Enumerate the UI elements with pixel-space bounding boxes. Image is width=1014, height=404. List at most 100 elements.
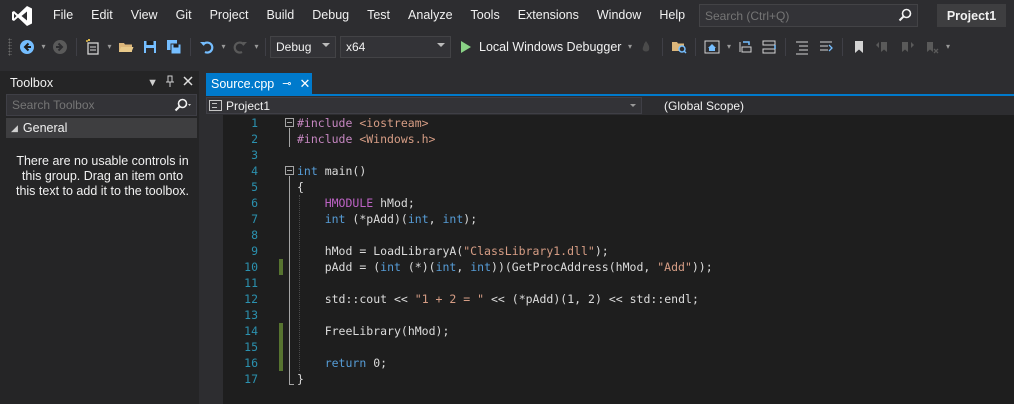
menu-item-file[interactable]: File <box>44 0 82 31</box>
menu-item-help[interactable]: Help <box>650 0 694 31</box>
chevron-down-icon <box>630 104 636 107</box>
bookmark-icon[interactable] <box>848 36 870 58</box>
menu-item-debug[interactable]: Debug <box>303 0 358 31</box>
collapse-toggle-icon[interactable] <box>285 118 294 127</box>
global-search-input[interactable] <box>700 8 890 23</box>
change-marker <box>279 355 283 371</box>
visual-studio-logo-icon[interactable] <box>0 0 44 31</box>
navigate-back-dropdown-icon[interactable]: ▾ <box>39 36 48 58</box>
menu-item-analyze[interactable]: Analyze <box>399 0 461 31</box>
line-number: 11 <box>244 276 258 290</box>
toolbox-empty-message: There are no usable controls in this gro… <box>15 154 190 198</box>
line-number: 14 <box>244 324 258 338</box>
home-dropdown-icon[interactable]: ▾ <box>724 36 733 58</box>
menu-item-view[interactable]: View <box>122 0 167 31</box>
navigate-forward-icon[interactable] <box>49 36 71 58</box>
open-file-icon[interactable] <box>115 36 137 58</box>
menu-item-edit[interactable]: Edit <box>82 0 122 31</box>
undo-dropdown-icon[interactable]: ▾ <box>219 36 228 58</box>
toolbox-title: Toolbox <box>10 75 54 90</box>
line-number: 8 <box>251 228 258 242</box>
clear-bookmarks-icon[interactable] <box>920 36 942 58</box>
menu-item-git[interactable]: Git <box>167 0 201 31</box>
nav-project-label: Project1 <box>226 98 271 113</box>
toolbar-separator <box>190 37 191 56</box>
outline-line <box>289 176 290 385</box>
redo-dropdown-icon[interactable]: ▾ <box>252 36 261 58</box>
line-number: 9 <box>251 244 258 258</box>
project-icon <box>209 100 222 111</box>
hot-reload-icon[interactable] <box>635 36 657 58</box>
line-number: 13 <box>244 308 258 322</box>
find-in-files-icon[interactable] <box>668 36 690 58</box>
search-icon[interactable] <box>898 8 912 25</box>
editor-margin <box>206 115 223 404</box>
global-search-box[interactable] <box>699 4 918 27</box>
step-into-icon[interactable] <box>734 36 756 58</box>
code-line-text: } <box>297 372 304 386</box>
outline-line <box>289 128 290 147</box>
toolbar-options-dropdown-icon[interactable]: ▾ <box>943 36 952 58</box>
line-number: 7 <box>251 212 258 226</box>
debug-target-dropdown-icon[interactable]: ▾ <box>625 36 634 58</box>
toolbox-header: Toolbox ▼ <box>0 71 199 94</box>
start-debugging-button[interactable]: Local Windows Debugger <box>457 36 625 58</box>
step-over-icon[interactable] <box>758 36 780 58</box>
home-icon[interactable] <box>701 36 723 58</box>
comment-lines-icon[interactable] <box>791 36 813 58</box>
change-marker <box>279 259 283 275</box>
solution-configuration-dropdown[interactable]: Debug <box>270 35 336 58</box>
tab-label: Source.cpp <box>211 76 275 91</box>
menu-item-test[interactable]: Test <box>358 0 399 31</box>
new-project-dropdown-icon[interactable]: ▾ <box>105 36 114 58</box>
toolbox-search-input[interactable] <box>7 98 157 112</box>
change-marker <box>279 339 283 355</box>
menu-bar: File Edit View Git Project Build Debug Test Anal… <box>0 0 1014 31</box>
code-line-text: std::cout << "1 + 2 = " << (*pAdd)(1, 2)… <box>324 292 699 306</box>
pin-icon[interactable]: ⊸ <box>282 77 291 90</box>
line-number: 10 <box>244 260 258 274</box>
play-icon <box>461 40 471 53</box>
menu-item-extensions[interactable]: Extensions <box>509 0 588 31</box>
menu-item-build[interactable]: Build <box>257 0 303 31</box>
previous-bookmark-icon[interactable] <box>872 36 894 58</box>
next-bookmark-icon[interactable] <box>896 36 918 58</box>
toolbar-separator <box>76 37 77 56</box>
tab-source-cpp[interactable]: Source.cpp ⊸ ✕ <box>206 73 312 94</box>
solution-platform-dropdown[interactable]: x64 <box>340 35 451 58</box>
toolbar-separator <box>695 37 697 56</box>
solution-name-badge[interactable]: Project1 <box>937 4 1006 27</box>
redo-icon[interactable] <box>229 36 251 58</box>
new-project-icon[interactable] <box>82 36 104 58</box>
outline-end <box>289 384 294 385</box>
menu-item-tools[interactable]: Tools <box>462 0 509 31</box>
pin-icon[interactable] <box>166 75 175 90</box>
save-icon[interactable] <box>139 36 161 58</box>
collapse-toggle-icon[interactable] <box>285 166 294 175</box>
uncomment-lines-icon[interactable] <box>815 36 837 58</box>
solution-platform-value: x64 <box>346 39 366 54</box>
line-number: 6 <box>251 196 258 210</box>
collapse-triangle-icon[interactable]: ◢ <box>11 123 18 134</box>
search-icon[interactable] <box>174 98 192 112</box>
save-all-icon[interactable] <box>163 36 185 58</box>
navigate-back-icon[interactable] <box>16 36 38 58</box>
undo-icon[interactable] <box>196 36 218 58</box>
menu-item-project[interactable]: Project <box>201 0 258 31</box>
code-line-text: { <box>297 180 304 194</box>
code-line-text: pAdd = (int (*)(int, int))(GetProcAddres… <box>324 260 713 274</box>
close-icon[interactable] <box>183 76 193 89</box>
line-number: 2 <box>251 132 258 146</box>
window-position-dropdown-icon[interactable]: ▼ <box>147 77 158 89</box>
toolbox-search-box[interactable] <box>6 94 197 116</box>
menu-item-window[interactable]: Window <box>588 0 650 31</box>
toolbox-group-general[interactable]: ◢ General <box>6 118 197 138</box>
project-navigation-dropdown[interactable]: Project1 <box>206 97 642 114</box>
toolbar-grip[interactable] <box>8 37 12 56</box>
line-number: 5 <box>251 180 258 194</box>
line-number: 12 <box>244 292 258 306</box>
scope-navigation-dropdown[interactable]: (Global Scope) <box>642 97 1014 114</box>
close-icon[interactable]: ✕ <box>299 76 310 92</box>
code-line-text: #include <Windows.h> <box>297 132 436 146</box>
line-number: 4 <box>251 164 258 178</box>
